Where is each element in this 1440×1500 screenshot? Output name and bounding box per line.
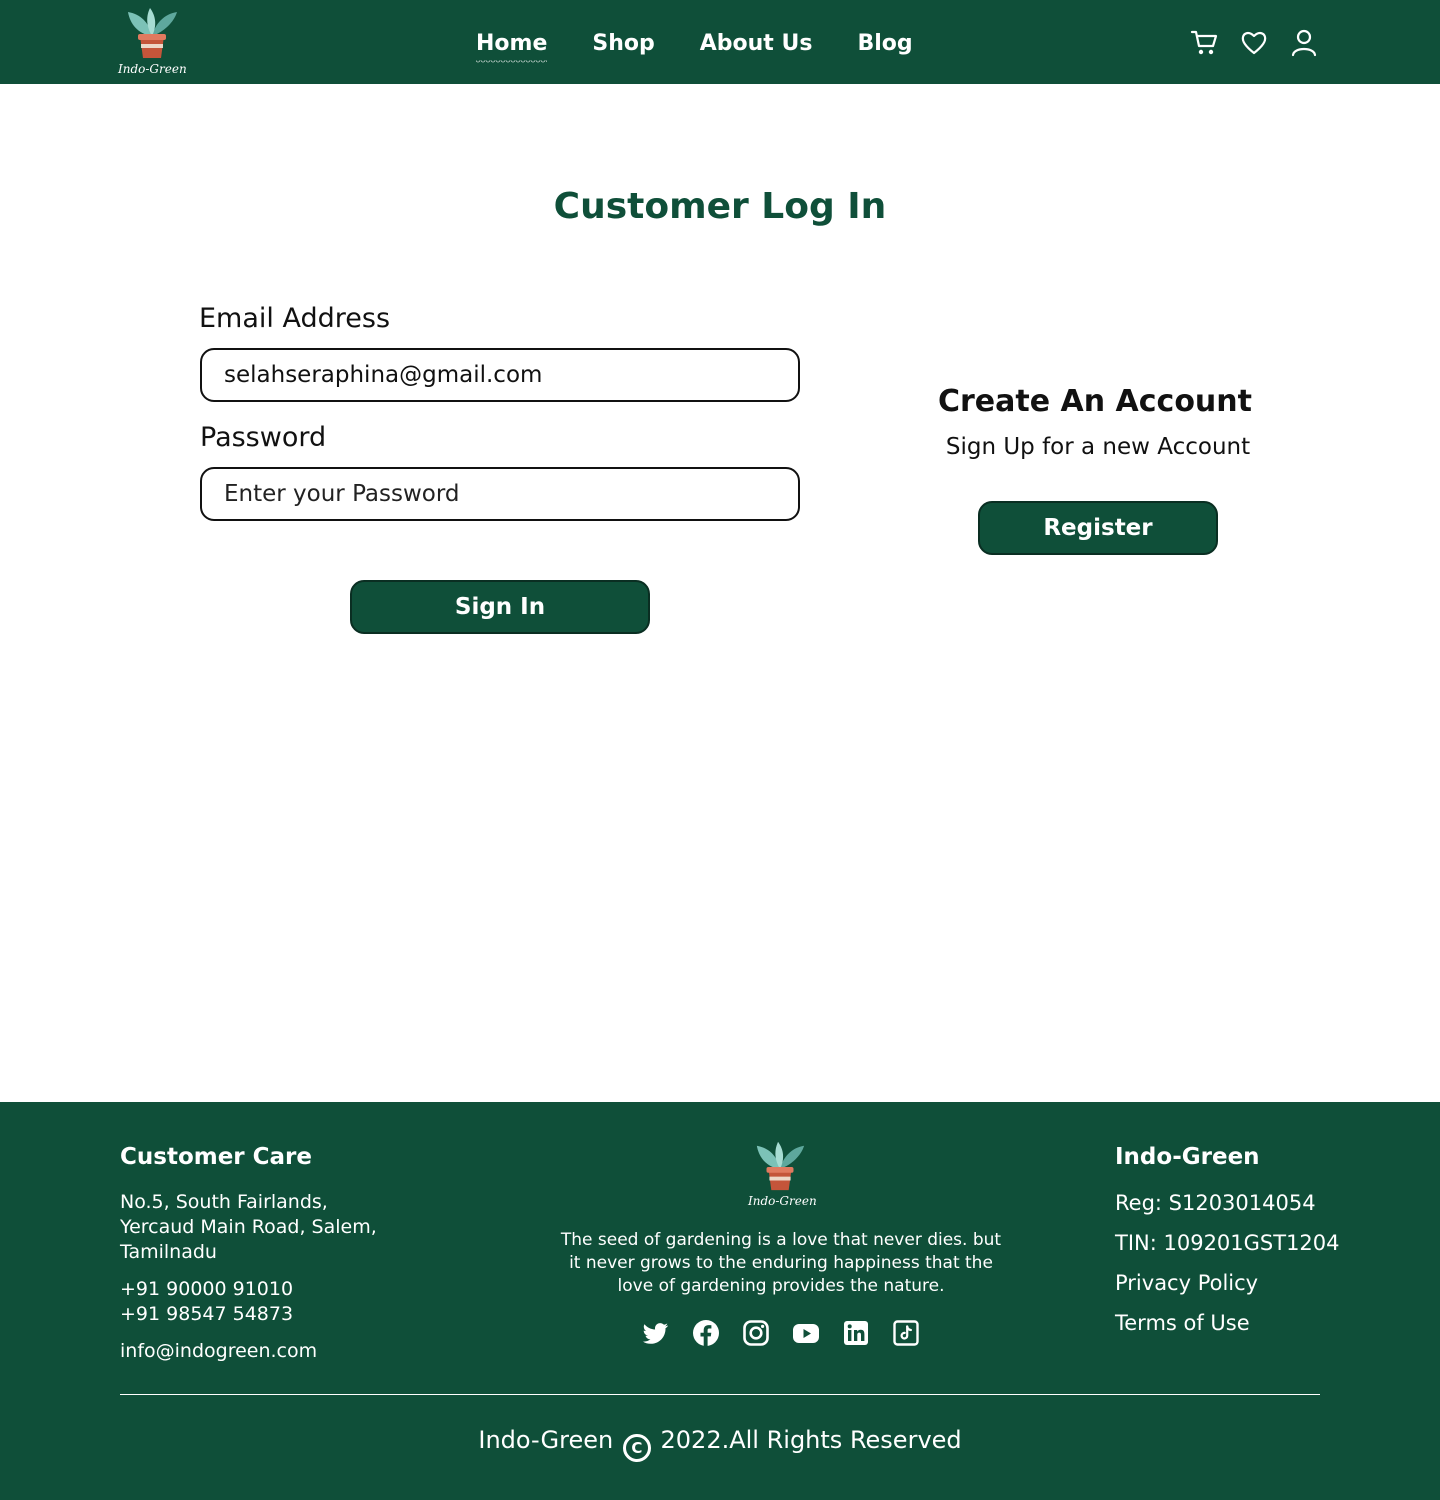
tiktok-icon[interactable] (892, 1319, 920, 1347)
social-links (642, 1319, 920, 1347)
nav-link-about-us[interactable]: About Us (700, 28, 813, 60)
create-account-heading: Create An Account (937, 384, 1252, 419)
password-label: Password (200, 422, 327, 453)
linkedin-icon[interactable] (842, 1319, 870, 1347)
password-field[interactable] (200, 467, 800, 521)
email-label: Email Address (199, 303, 391, 334)
main-nav: Home Shop About Us Blog (476, 28, 913, 64)
email-field[interactable] (200, 348, 800, 402)
brand-logo[interactable]: Indo-Green (116, 6, 188, 84)
facebook-icon[interactable] (692, 1319, 720, 1347)
phone-number[interactable]: +91 98547 54873 (120, 1302, 293, 1327)
nav-link-blog[interactable]: Blog (857, 28, 912, 60)
heart-icon[interactable] (1240, 28, 1268, 58)
phone-numbers: +91 90000 91010 +91 98547 54873 (120, 1277, 293, 1327)
navbar: Indo-Green Home Shop About Us Blog (0, 0, 1440, 84)
copyright-brand: Indo-Green (478, 1426, 614, 1454)
registration-number: Reg: S1203014054 (1115, 1191, 1316, 1215)
copyright-icon: C (622, 1434, 651, 1462)
customer-care-heading: Customer Care (120, 1144, 312, 1170)
tin-number: TIN: 109201GST1204 (1115, 1231, 1340, 1255)
terms-of-use-link[interactable]: Terms of Use (1115, 1311, 1250, 1335)
cart-icon[interactable] (1190, 28, 1218, 58)
twitter-icon[interactable] (642, 1319, 670, 1347)
footer: Customer Care No.5, South Fairlands, Yer… (0, 1102, 1440, 1500)
footer-divider (120, 1394, 1320, 1395)
address: No.5, South Fairlands, Yercaud Main Road… (120, 1190, 377, 1265)
logo-text: Indo-Green (118, 62, 187, 76)
register-button[interactable]: Register (978, 501, 1218, 555)
nav-link-home[interactable]: Home (476, 28, 548, 64)
create-account-subtitle: Sign Up for a new Account (945, 434, 1251, 460)
nav-icons (1190, 28, 1318, 58)
instagram-icon[interactable] (742, 1319, 770, 1347)
address-line: No.5, South Fairlands, (120, 1191, 328, 1213)
youtube-icon[interactable] (792, 1319, 820, 1347)
address-line: Tamilnadu (120, 1241, 217, 1263)
tagline: The seed of gardening is a love that nev… (560, 1230, 1002, 1296)
logo-text: Indo-Green (748, 1194, 817, 1208)
plant-pot-logo-icon (128, 8, 177, 58)
copyright: Indo-Green C 2022.All Rights Reserved (0, 1426, 1440, 1462)
contact-email[interactable]: info@indogreen.com (120, 1339, 317, 1364)
plant-pot-logo-icon (756, 1141, 805, 1191)
nav-link-shop[interactable]: Shop (592, 28, 654, 60)
company-heading: Indo-Green (1115, 1144, 1260, 1170)
phone-number[interactable]: +91 90000 91010 (120, 1277, 293, 1302)
copyright-text: 2022.All Rights Reserved (660, 1426, 962, 1454)
privacy-policy-link[interactable]: Privacy Policy (1115, 1271, 1258, 1295)
address-line: Yercaud Main Road, Salem, (120, 1216, 377, 1238)
page-title: Customer Log In (553, 186, 887, 227)
footer-logo: Indo-Green (745, 1140, 817, 1216)
sign-in-button[interactable]: Sign In (350, 580, 650, 634)
user-icon[interactable] (1290, 28, 1318, 58)
